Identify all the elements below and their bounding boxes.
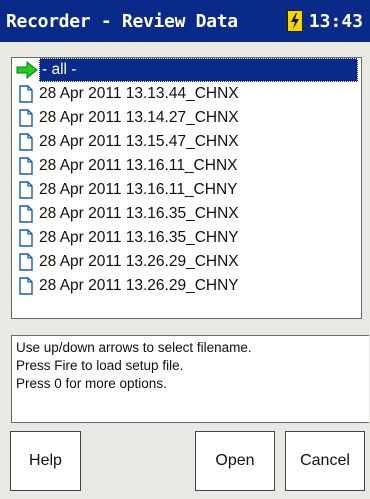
list-item-label: 28 Apr 2011 13.26.29_CHNY <box>39 277 239 294</box>
list-item[interactable]: 28 Apr 2011 13.15.47_CHNX <box>12 130 361 154</box>
help-text-line: Press 0 for more options. <box>16 376 167 391</box>
help-button[interactable]: Help <box>10 431 81 491</box>
cancel-button[interactable]: Cancel <box>285 431 365 491</box>
file-icon <box>19 85 33 103</box>
help-text-line: Press Fire to load setup file. <box>16 358 184 373</box>
file-icon <box>19 133 33 151</box>
list-item[interactable]: 28 Apr 2011 13.16.11_CHNX <box>12 154 361 178</box>
list-item[interactable]: 28 Apr 2011 13.26.29_CHNX <box>12 250 361 274</box>
list-item[interactable]: 28 Apr 2011 13.26.29_CHNY <box>12 274 361 298</box>
list-item-label: 28 Apr 2011 13.16.35_CHNY <box>39 229 239 246</box>
list-item-all[interactable]: - all - <box>12 58 361 82</box>
list-item-label: 28 Apr 2011 13.16.35_CHNX <box>39 205 239 222</box>
list-item-label: 28 Apr 2011 13.16.11_CHNY <box>39 181 238 198</box>
list-item[interactable]: 28 Apr 2011 13.14.27_CHNX <box>12 106 361 130</box>
open-button[interactable]: Open <box>195 431 275 491</box>
clock-time: 13:43 <box>308 10 363 32</box>
help-text-line: Use up/down arrows to select filename. <box>16 340 252 355</box>
file-icon <box>19 205 33 223</box>
file-icon <box>19 157 33 175</box>
file-icon <box>19 229 33 247</box>
green-arrow-icon <box>16 61 38 79</box>
list-item[interactable]: 28 Apr 2011 13.16.11_CHNY <box>12 178 361 202</box>
list-item-label: 28 Apr 2011 13.15.47_CHNX <box>39 133 239 150</box>
list-item[interactable]: 28 Apr 2011 13.16.35_CHNY <box>12 226 361 250</box>
file-icon <box>19 277 33 295</box>
list-item-label: 28 Apr 2011 13.13.44_CHNX <box>39 85 239 102</box>
list-item[interactable]: 28 Apr 2011 13.16.35_CHNX <box>12 202 361 226</box>
list-item-label: 28 Apr 2011 13.26.29_CHNX <box>39 253 239 270</box>
list-item-label: 28 Apr 2011 13.14.27_CHNX <box>39 109 239 126</box>
file-icon <box>19 181 33 199</box>
list-item-label: 28 Apr 2011 13.16.11_CHNX <box>39 157 238 174</box>
file-icon <box>19 253 33 271</box>
window-title: Recorder - Review Data <box>6 10 238 32</box>
battery-icon <box>286 10 303 32</box>
title-bar: Recorder - Review Data 13:43 <box>0 0 370 42</box>
list-item-label: - all - <box>39 58 358 82</box>
list-item[interactable]: 28 Apr 2011 13.13.44_CHNX <box>12 82 361 106</box>
file-icon <box>19 109 33 127</box>
file-list[interactable]: - all - 28 Apr 2011 13.13.44_CHNX 28 Apr… <box>11 57 362 319</box>
help-text-box: Use up/down arrows to select filename. P… <box>11 335 369 423</box>
